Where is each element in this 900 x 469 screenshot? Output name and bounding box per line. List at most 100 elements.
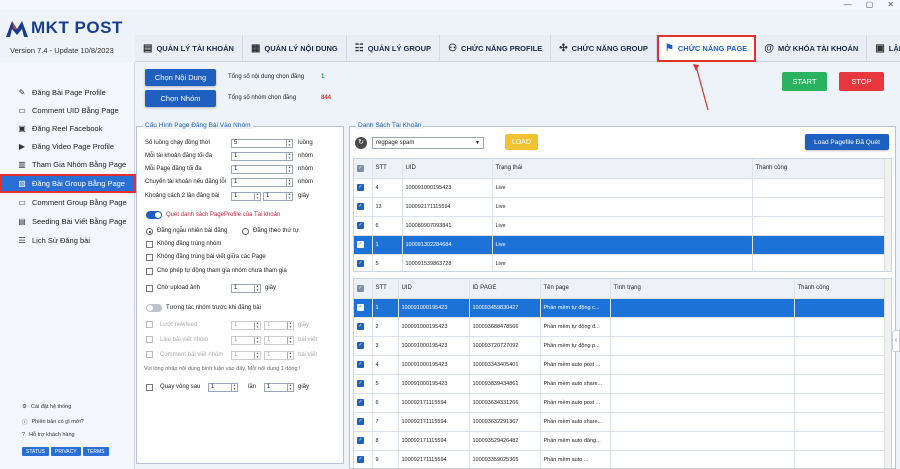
select-all-header[interactable]: ✓: [354, 159, 373, 179]
spinner-icon[interactable]: ▲ ▼: [254, 192, 260, 200]
row-checkbox[interactable]: ✓: [354, 374, 373, 394]
like-max-input[interactable]: 1 ▲ ▼: [264, 336, 294, 345]
accounts-scrollbar[interactable]: [884, 159, 891, 271]
max-per-page-input[interactable]: 1 ▲ ▼: [231, 165, 293, 174]
wait-upload-checkbox[interactable]: [146, 285, 153, 292]
account-group-dropdown[interactable]: regpage spam ▼: [372, 137, 484, 149]
scroll-newfeed-checkbox[interactable]: [146, 321, 153, 328]
status-badge[interactable]: STATUS: [22, 447, 49, 456]
table-row[interactable]: ✓ 4 100091000195423 Live: [354, 178, 885, 198]
choose-content-button[interactable]: Chọn Nội Dung: [145, 69, 216, 86]
minimize-button[interactable]: —: [844, 0, 852, 9]
sidebar-item-dang-bai-page-profile[interactable]: ✎ Đăng Bài Page Profile: [0, 84, 135, 101]
row-checkbox[interactable]: ✓: [354, 336, 373, 356]
privacy-badge[interactable]: PRIVACY: [51, 447, 81, 456]
sidebar-item-dang-video[interactable]: ▶ Đăng Video Page Profile: [0, 138, 135, 155]
table-row[interactable]: ✓ 13 100092171115594 Live: [354, 197, 885, 217]
spinner-icon[interactable]: ▲ ▼: [254, 321, 260, 329]
collapse-panel-handle[interactable]: ‹: [892, 330, 900, 352]
stop-button[interactable]: STOP: [839, 72, 884, 91]
table-row-selected[interactable]: ✓ 1 100091000195423 100093459830427 Phần mềm…: [354, 298, 885, 318]
switch-on-error-input[interactable]: 1 ▲ ▼: [231, 178, 293, 187]
interact-before-post-toggle[interactable]: [146, 304, 162, 312]
comment-group-post-checkbox[interactable]: [146, 351, 153, 358]
choose-group-button[interactable]: Chọn Nhóm: [145, 90, 216, 107]
upload-wait-input[interactable]: 1 ▲ ▼: [231, 284, 261, 293]
table-row[interactable]: ✓ 6 100092171115594 100093634331266 Phần mềm…: [354, 393, 885, 413]
table-row[interactable]: ✓ 3 100091000195423 100093720727092 Phần mềm…: [354, 336, 885, 356]
threads-input[interactable]: 5 ▲ ▼: [231, 139, 293, 148]
spinner-icon[interactable]: ▲ ▼: [286, 139, 292, 147]
spinner-icon[interactable]: ▲ ▼: [286, 165, 292, 173]
delay-max-input[interactable]: 1 ▲ ▼: [263, 192, 293, 201]
sidebar-item-comment-group[interactable]: ▭ Comment Group Bằng Page: [0, 194, 135, 211]
row-checkbox[interactable]: ✓: [354, 355, 373, 375]
ordered-post-radio[interactable]: [242, 228, 249, 235]
spinner-icon[interactable]: ▲ ▼: [287, 351, 293, 359]
row-checkbox[interactable]: ✓: [354, 393, 373, 413]
select-all-header[interactable]: ✓: [354, 279, 373, 299]
like-group-post-checkbox[interactable]: [146, 336, 153, 343]
row-checkbox[interactable]: ✓: [354, 216, 373, 236]
system-settings-link[interactable]: ⚙ Cài đặt hệ thống: [22, 404, 71, 410]
close-button[interactable]: ✕: [887, 0, 894, 9]
no-duplicate-post-checkbox[interactable]: [146, 254, 153, 261]
spinner-icon[interactable]: ▲ ▼: [287, 321, 293, 329]
random-post-radio[interactable]: [146, 228, 153, 235]
tab-chuc-nang-group[interactable]: ✣ CHỨC NĂNG GROUP: [551, 35, 657, 62]
comment-max-input[interactable]: 1 ▲ ▼: [264, 351, 294, 360]
load-pagefile-button[interactable]: Load Pagefile Đã Quét: [805, 134, 889, 150]
row-checkbox[interactable]: ✓: [354, 317, 373, 337]
repeat-checkbox[interactable]: [146, 384, 153, 391]
spinner-icon[interactable]: ▲ ▼: [254, 284, 260, 292]
repeat-delay-input[interactable]: 1 ▲ ▼: [264, 383, 294, 392]
tab-mo-khoa-tai-khoan[interactable]: @ MỞ KHÓA TÀI KHOẢN: [756, 35, 868, 62]
tab-chuc-nang-profile[interactable]: ⚇ CHỨC NĂNG PROFILE: [440, 35, 552, 62]
table-row[interactable]: ✓ 5 100091000195423 100093839434861 Phần mềm…: [354, 374, 885, 394]
tab-quan-ly-tai-khoan[interactable]: ▤ QUẢN LÝ TÀI KHOẢN: [135, 35, 243, 62]
table-row[interactable]: ✓ 9 100092171115594 100093359025365 Phần mềm…: [354, 450, 885, 468]
no-duplicate-group-checkbox[interactable]: [146, 241, 153, 248]
refresh-icon[interactable]: ↻: [355, 137, 367, 149]
auto-join-checkbox[interactable]: [146, 268, 153, 275]
table-row[interactable]: ✓ 2 100091000195423 100093688478566 Phần mềm…: [354, 317, 885, 337]
start-button[interactable]: START: [782, 72, 827, 91]
spinner-icon[interactable]: ▲ ▼: [287, 383, 293, 391]
table-row-selected[interactable]: ✓ 1 100091302284684 Live: [354, 235, 885, 255]
spinner-icon[interactable]: ▲ ▼: [254, 336, 260, 344]
comment-min-input[interactable]: 1 ▲ ▼: [231, 351, 261, 360]
scan-pageprofile-toggle[interactable]: [146, 211, 162, 219]
spinner-icon[interactable]: ▲ ▼: [286, 192, 292, 200]
spinner-icon[interactable]: ▲ ▼: [287, 336, 293, 344]
load-button[interactable]: LOAD: [505, 134, 538, 150]
row-checkbox[interactable]: ✓: [354, 235, 373, 255]
spinner-icon[interactable]: ▲ ▼: [254, 351, 260, 359]
support-link[interactable]: ? Hỗ trợ khách hàng: [22, 432, 75, 438]
row-checkbox[interactable]: ✓: [354, 178, 373, 198]
row-checkbox[interactable]: ✓: [354, 197, 373, 217]
sidebar-item-lich-su[interactable]: ☰ Lịch Sử Đăng bài: [0, 232, 135, 249]
row-checkbox[interactable]: ✓: [354, 412, 373, 432]
spinner-icon[interactable]: ▲ ▼: [286, 152, 292, 160]
max-per-account-input[interactable]: 1 ▲ ▼: [231, 152, 293, 161]
table-row[interactable]: ✓ 7 100092171115594 100093632291367 Phần mềm…: [354, 412, 885, 432]
comment-content-textarea[interactable]: Vui lòng nhập nội dung bình luận vào đây…: [144, 362, 338, 376]
tab-quan-ly-noi-dung[interactable]: ▦ QUẢN LÝ NỘI DUNG: [243, 35, 347, 62]
spinner-icon[interactable]: ▲ ▼: [286, 178, 292, 186]
repeat-count-input[interactable]: 1 ▲ ▼: [208, 383, 238, 392]
table-row[interactable]: ✓ 8 100092171115594 100093529426482 Phần mềm…: [354, 431, 885, 451]
pages-scrollbar[interactable]: [884, 279, 891, 468]
table-row[interactable]: ✓ 4 100091000195423 100093343405401 Phần mềm…: [354, 355, 885, 375]
row-checkbox[interactable]: ✓: [354, 298, 373, 318]
like-min-input[interactable]: 1 ▲ ▼: [231, 336, 261, 345]
delay-min-input[interactable]: 1 ▲ ▼: [231, 192, 261, 201]
sidebar-item-dang-reel[interactable]: ▣ Đăng Reel Facebook: [0, 120, 135, 137]
spinner-icon[interactable]: ▲ ▼: [231, 383, 237, 391]
sidebar-item-seeding[interactable]: ▤ Seeding Bài Viết Bằng Page: [0, 213, 135, 230]
row-checkbox[interactable]: ✓: [354, 431, 373, 451]
row-checkbox[interactable]: ✓: [354, 254, 373, 271]
table-row[interactable]: ✓ 6 100089907093841 Live: [354, 216, 885, 236]
newfeed-max-input[interactable]: 1 ▲ ▼: [264, 321, 294, 330]
sidebar-item-dang-bai-group[interactable]: ▧ Đăng Bài Group Bằng Page: [0, 174, 136, 193]
whats-new-link[interactable]: ⓘ Phiên bản có gì mới?: [22, 418, 84, 426]
